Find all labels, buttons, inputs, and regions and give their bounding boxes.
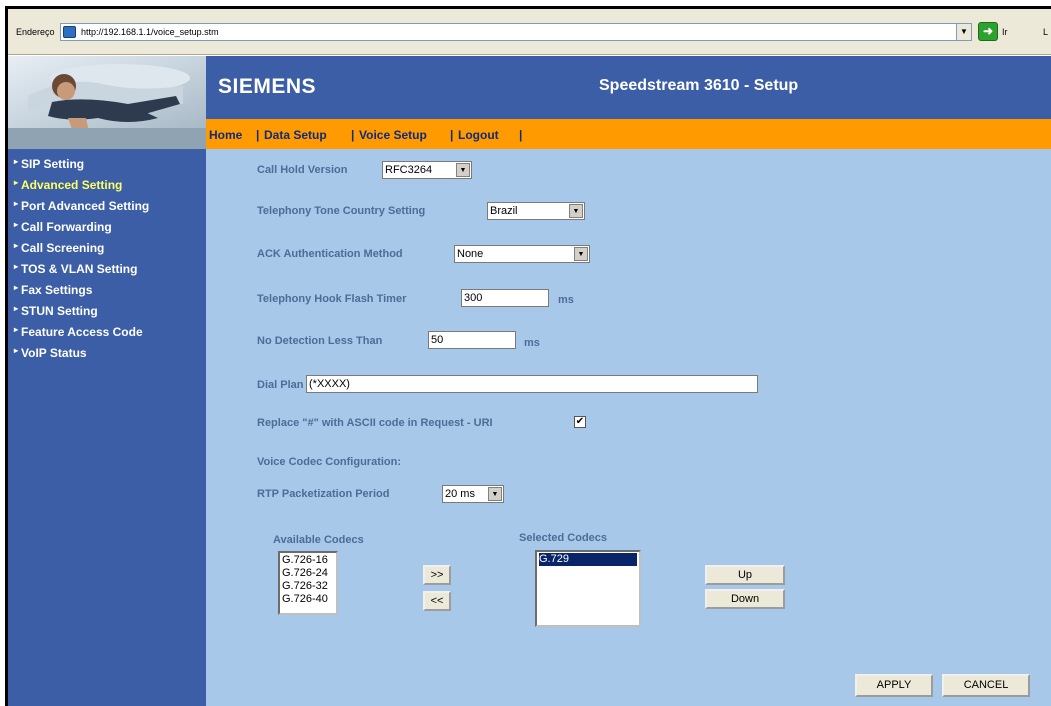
list-item[interactable]: G.729 — [539, 553, 637, 566]
hook-flash-input[interactable]: 300 — [461, 289, 549, 307]
nav-home[interactable]: Home — [209, 128, 242, 142]
address-url: http://192.168.1.1/voice_setup.stm — [81, 27, 219, 37]
sidebar-item-advanced-setting[interactable]: ▸ Advanced Setting — [14, 178, 122, 192]
codec-config-label: Voice Codec Configuration: — [257, 456, 402, 468]
triangle-right-icon: ▸ — [14, 283, 19, 292]
sidebar-item-sip-setting[interactable]: ▸ SIP Setting — [14, 157, 84, 171]
available-codecs-list[interactable]: G.726-16 G.726-24 G.726-32 G.726-40 — [278, 551, 338, 615]
ack-auth-label: ACK Authentication Method — [257, 248, 403, 260]
triangle-right-icon: ▸ — [14, 346, 19, 355]
go-arrow-icon[interactable]: ➜ — [978, 22, 998, 41]
address-input[interactable]: http://192.168.1.1/voice_setup.stm — [60, 23, 972, 41]
ack-auth-select[interactable]: None ▼ — [454, 245, 590, 263]
page-icon — [63, 26, 76, 38]
address-bar: Endereço http://192.168.1.1/voice_setup.… — [8, 9, 1051, 55]
dropdown-arrow-icon: ▼ — [488, 487, 502, 501]
list-item[interactable]: G.726-40 — [282, 593, 334, 606]
hook-flash-unit: ms — [558, 294, 574, 306]
rtp-period-label: RTP Packetization Period — [257, 488, 390, 500]
call-hold-label: Call Hold Version — [257, 164, 348, 176]
dropdown-arrow-icon: ▼ — [574, 247, 588, 261]
tone-country-select[interactable]: Brazil ▼ — [487, 202, 585, 220]
sidebar-item-feature-access-code[interactable]: ▸ Feature Access Code — [14, 325, 143, 339]
selected-codecs-list[interactable]: G.729 — [535, 550, 641, 627]
triangle-right-icon: ▸ — [14, 157, 19, 166]
triangle-right-icon: ▸ — [14, 304, 19, 313]
rtp-period-select[interactable]: 20 ms ▼ — [442, 485, 504, 503]
browser-window: Endereço http://192.168.1.1/voice_setup.… — [5, 6, 1051, 706]
call-hold-select[interactable]: RFC3264 ▼ — [382, 161, 472, 179]
header-photo — [8, 56, 206, 149]
no-detection-input[interactable]: 50 — [428, 331, 516, 349]
triangle-right-icon: ▸ — [14, 262, 19, 271]
available-codecs-label: Available Codecs — [273, 534, 364, 546]
address-dropdown-icon[interactable]: ▼ — [956, 23, 972, 41]
replace-hash-checkbox[interactable]: ✔ — [574, 416, 586, 428]
sidebar-item-tos-vlan-setting[interactable]: ▸ TOS & VLAN Setting — [14, 262, 137, 276]
nav-separator: | — [450, 128, 454, 142]
add-codec-button[interactable]: >> — [423, 565, 451, 585]
remove-codec-button[interactable]: << — [423, 591, 451, 611]
child-photo-image — [8, 64, 206, 149]
hook-flash-label: Telephony Hook Flash Timer — [257, 293, 407, 305]
nav-separator: | — [519, 128, 523, 142]
list-item[interactable]: G.726-16 — [282, 554, 334, 567]
nav-separator: | — [351, 128, 355, 142]
apply-button[interactable]: APPLY — [855, 674, 933, 697]
nav-logout[interactable]: Logout — [458, 128, 499, 142]
top-nav: Home | Data Setup | Voice Setup | Logout… — [206, 119, 1051, 149]
nav-voice-setup[interactable]: Voice Setup — [359, 128, 427, 142]
brand-logo: SIEMENS — [218, 75, 317, 98]
go-button-label[interactable]: Ir — [1002, 27, 1008, 37]
sidebar-item-call-forwarding[interactable]: ▸ Call Forwarding — [14, 220, 112, 234]
move-down-button[interactable]: Down — [705, 589, 785, 609]
address-label: Endereço — [16, 27, 55, 37]
triangle-right-icon: ▸ — [14, 325, 19, 334]
sidebar-item-call-screening[interactable]: ▸ Call Screening — [14, 241, 104, 255]
header-banner: SIEMENS Speedstream 3610 - Setup — [206, 56, 1051, 119]
replace-hash-label: Replace "#" with ASCII code in Request -… — [257, 417, 493, 429]
sidebar-item-stun-setting[interactable]: ▸ STUN Setting — [14, 304, 98, 318]
sidebar: ▸ SIP Setting ▸ Advanced Setting ▸ Port Adv… — [8, 149, 206, 706]
selected-codecs-label: Selected Codecs — [519, 532, 608, 544]
triangle-right-icon: ▸ — [14, 199, 19, 208]
nav-separator: | — [256, 128, 260, 142]
settings-panel: Call Hold Version RFC3264 ▼ Telephony Ton… — [206, 149, 1051, 706]
triangle-right-icon: ▸ — [14, 178, 19, 187]
dropdown-arrow-icon: ▼ — [456, 163, 470, 177]
no-detection-unit: ms — [524, 337, 540, 349]
triangle-right-icon: ▸ — [14, 220, 19, 229]
dial-plan-input[interactable]: (*XXXX) — [306, 375, 758, 393]
sidebar-item-port-advanced-setting[interactable]: ▸ Port Advanced Setting — [14, 199, 149, 213]
list-item[interactable]: G.726-24 — [282, 567, 334, 580]
dropdown-arrow-icon: ▼ — [569, 204, 583, 218]
sidebar-item-voip-status[interactable]: ▸ VoIP Status — [14, 346, 87, 360]
nav-data-setup[interactable]: Data Setup — [264, 128, 327, 142]
product-title: Speedstream 3610 - Setup — [599, 77, 799, 94]
no-detection-label: No Detection Less Than — [257, 335, 383, 347]
cancel-button[interactable]: CANCEL — [942, 674, 1030, 697]
dial-plan-label: Dial Plan — [257, 379, 304, 391]
move-up-button[interactable]: Up — [705, 565, 785, 585]
links-label[interactable]: L — [1043, 27, 1048, 37]
triangle-right-icon: ▸ — [14, 241, 19, 250]
tone-country-label: Telephony Tone Country Setting — [257, 205, 426, 217]
list-item[interactable]: G.726-32 — [282, 580, 334, 593]
sidebar-item-fax-settings[interactable]: ▸ Fax Settings — [14, 283, 92, 297]
